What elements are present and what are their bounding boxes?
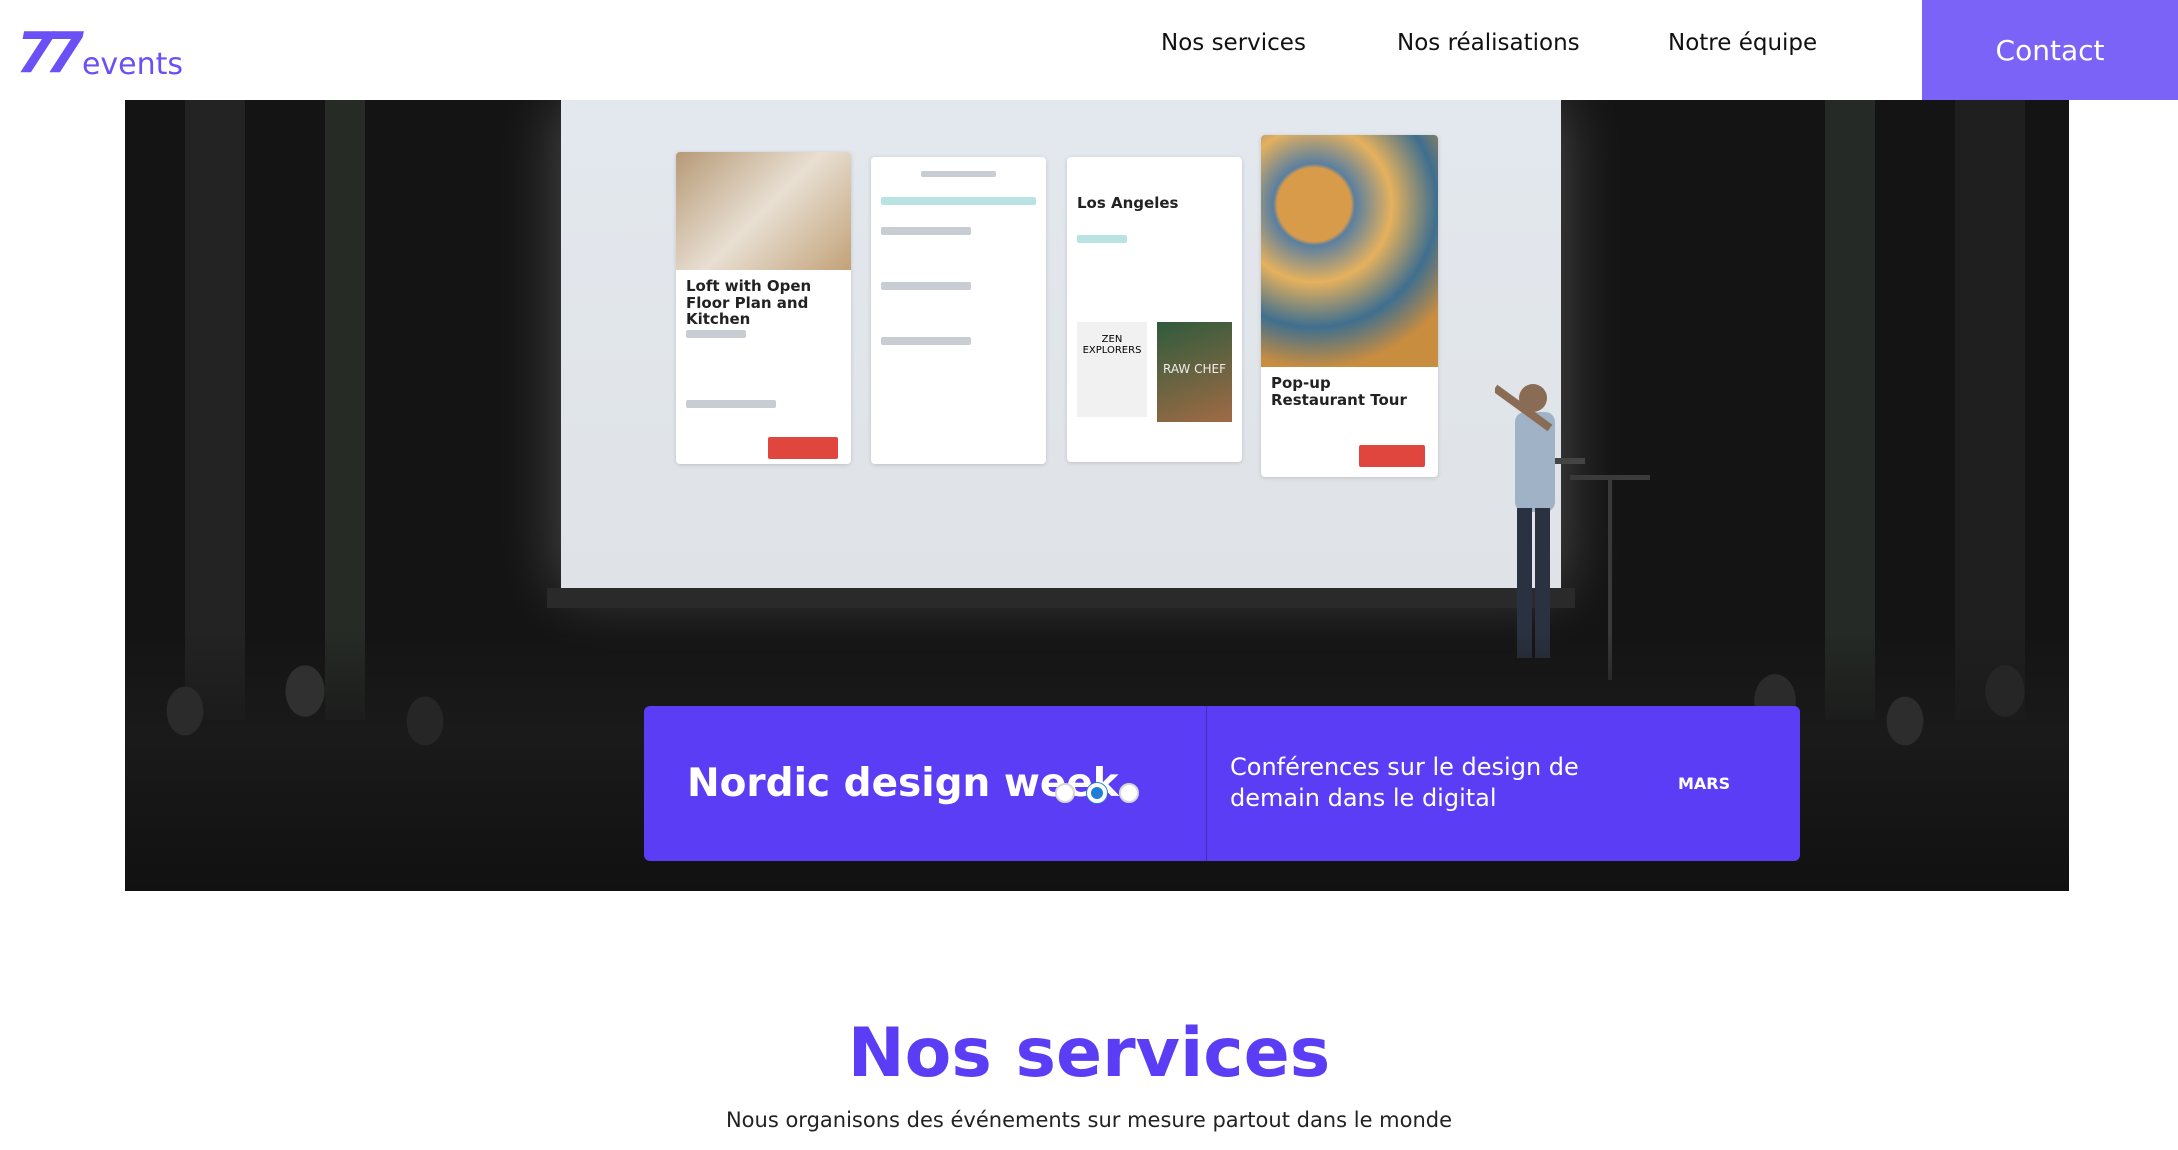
screen-panel-3-title: Los Angeles xyxy=(1077,194,1179,212)
screen-placeholder-line xyxy=(881,197,1036,205)
site-header: 77 events Nos services Nos réalisations … xyxy=(0,0,2178,100)
carousel-dot-3[interactable] xyxy=(1119,783,1139,803)
screen-panel-1-image xyxy=(676,152,851,270)
services-heading: Nos services xyxy=(847,1014,1331,1093)
stage-truss-right xyxy=(1825,100,1875,720)
screen-placeholder-line xyxy=(881,227,971,235)
services-subtitle: Nous organisons des événements sur mesur… xyxy=(725,1108,1453,1132)
nav-link-realisations[interactable]: Nos réalisations xyxy=(1397,30,1580,56)
screen-placeholder-line xyxy=(686,400,776,408)
carousel-dot-2[interactable] xyxy=(1087,783,1107,803)
projection-screen: Loft with Open Floor Plan and Kitchen Lo… xyxy=(561,100,1561,590)
stage-edge xyxy=(547,588,1575,608)
contact-button[interactable]: Contact xyxy=(1922,0,2178,100)
hero-carousel: Loft with Open Floor Plan and Kitchen Lo… xyxy=(125,100,2069,891)
screen-placeholder-line xyxy=(921,171,996,177)
logo[interactable]: 77 events xyxy=(16,12,183,82)
screen-placeholder-line xyxy=(686,330,746,338)
carousel-dot-1[interactable] xyxy=(1055,783,1075,803)
logo-text: events xyxy=(81,47,184,82)
event-card[interactable]: Nordic design week Conférences sur le de… xyxy=(644,706,1800,861)
stage-truss-left xyxy=(325,100,365,720)
screen-book-1: ZEN EXPLORERS xyxy=(1077,322,1147,417)
screen-placeholder-line xyxy=(881,282,971,290)
screen-panel-3: Los Angeles ZEN EXPLORERS RAW CHEF xyxy=(1067,157,1242,462)
screen-panel-1-title: Loft with Open Floor Plan and Kitchen xyxy=(686,277,812,328)
screen-panel-1-book-button xyxy=(768,437,838,459)
logo-mark: 77 xyxy=(16,21,84,86)
screen-panel-1: Loft with Open Floor Plan and Kitchen xyxy=(676,152,851,464)
screen-placeholder-line xyxy=(881,337,971,345)
carousel-indicators xyxy=(1055,783,1139,803)
stage-pillar-left xyxy=(185,100,245,720)
screen-panel-4-book-button xyxy=(1359,445,1425,467)
screen-panel-4-image xyxy=(1261,135,1438,367)
screen-placeholder-line xyxy=(1077,235,1127,243)
event-description: Conférences sur le design de demain dans… xyxy=(1230,753,1579,812)
screen-book-2: RAW CHEF xyxy=(1157,322,1232,422)
nav-link-equipe[interactable]: Notre équipe xyxy=(1668,30,1817,56)
screen-panel-4: Pop-up Restaurant Tour xyxy=(1261,135,1438,477)
screen-panel-4-title: Pop-up Restaurant Tour xyxy=(1271,374,1407,409)
nav-link-services[interactable]: Nos services xyxy=(1161,30,1306,56)
stage-pillar-right xyxy=(1955,100,2025,720)
event-month: MARS xyxy=(1678,774,1731,793)
screen-panel-2 xyxy=(871,157,1046,464)
